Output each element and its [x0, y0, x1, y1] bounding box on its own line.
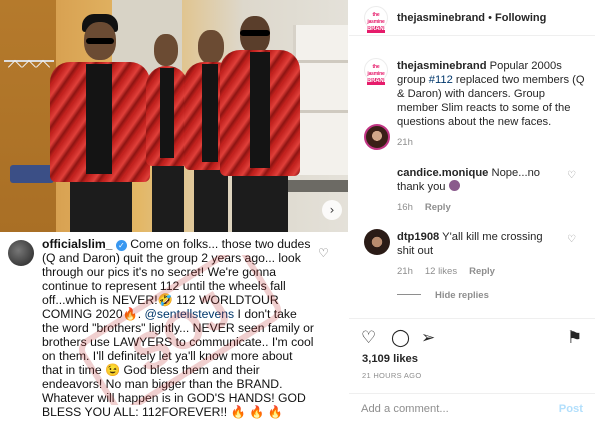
- comment-likes[interactable]: 12 likes: [425, 266, 457, 277]
- following-button[interactable]: Following: [495, 12, 546, 24]
- comment-username-link[interactable]: dtp1908: [397, 231, 439, 243]
- comment-username-link[interactable]: candice.monique: [397, 167, 488, 179]
- shelf-unit: [293, 25, 348, 175]
- add-comment-bar: Post: [349, 393, 595, 425]
- reply-button[interactable]: Reply: [469, 266, 495, 277]
- logo-text: jasmine: [367, 19, 385, 25]
- hashtag-link[interactable]: #112: [429, 74, 453, 86]
- comment-time[interactable]: 16h: [397, 202, 413, 213]
- like-heart-icon[interactable]: ♡: [361, 329, 376, 347]
- embedded-caption-username: officialslim_: [42, 237, 113, 251]
- comment-meta: 21h 12 likes Reply: [397, 266, 507, 277]
- header-line: thejasminebrand • Following: [397, 12, 546, 24]
- door-background: [0, 0, 56, 232]
- post-comment-button[interactable]: Post: [559, 403, 583, 415]
- add-comment-input[interactable]: [361, 403, 541, 415]
- hide-replies-label: Hide replies: [435, 290, 489, 301]
- heart-icon: ♡: [318, 246, 329, 260]
- shelf-board: [293, 60, 348, 63]
- avatar[interactable]: the jasmine BRAND: [364, 6, 388, 33]
- divider: [397, 294, 421, 295]
- next-photo-button[interactable]: ›: [322, 200, 342, 220]
- comment-meta: 16h Reply: [397, 202, 463, 213]
- post-media-panel: › officialslim_ ✓ Come on folks... those…: [0, 0, 348, 425]
- avatar[interactable]: [364, 229, 390, 255]
- embedded-caption-body-2: I don't take the word "brothers" lightly…: [42, 307, 314, 419]
- embedded-caption-text: officialslim_ ✓ Come on folks... those t…: [42, 237, 314, 419]
- post-header: the jasmine BRAND thejasminebrand • Foll…: [349, 0, 595, 36]
- comment-like-heart-icon[interactable]: ♡: [567, 234, 576, 245]
- caption-username-link[interactable]: thejasminebrand: [397, 60, 487, 72]
- comment-text: dtp1908 Y'all kill me crossing shit out: [397, 230, 562, 258]
- caption-meta: 21h: [397, 137, 425, 148]
- likes-count[interactable]: 3,109 likes: [362, 353, 418, 365]
- logo-text: the: [372, 64, 380, 70]
- logo-text: the: [372, 12, 380, 18]
- counter: [288, 180, 348, 192]
- comment-like-heart-icon[interactable]: ♡: [567, 170, 576, 181]
- shelf-board: [293, 110, 348, 113]
- logo-text: jasmine: [367, 71, 385, 77]
- post-photo[interactable]: ›: [0, 0, 348, 232]
- chevron-right-icon: ›: [329, 203, 335, 217]
- logo-text: BRAND: [367, 26, 388, 33]
- caption-time[interactable]: 21h: [397, 137, 413, 148]
- blue-bench: [10, 165, 54, 183]
- comment-time[interactable]: 21h: [397, 266, 413, 277]
- emoji-icon: [448, 180, 460, 191]
- avatar[interactable]: [364, 124, 390, 150]
- header-separator: •: [485, 12, 495, 24]
- post-sidebar: the jasmine BRAND thejasminebrand • Foll…: [349, 0, 595, 425]
- comment-text: candice.monique Nope...no thank you: [397, 166, 562, 194]
- save-bookmark-icon[interactable]: ⚑: [567, 329, 582, 347]
- comment-bubble-icon[interactable]: ◯: [391, 329, 410, 347]
- share-paper-plane-icon[interactable]: ➢: [421, 329, 435, 347]
- avatar[interactable]: the jasmine BRAND: [364, 58, 388, 85]
- embedded-caption-mention: @sentellstevens: [144, 307, 235, 321]
- avatar: [8, 240, 34, 266]
- reply-button[interactable]: Reply: [425, 202, 451, 213]
- caption-text: thejasminebrand Popular 2000s group #112…: [397, 59, 587, 129]
- header-username-link[interactable]: thejasminebrand: [397, 12, 485, 24]
- verified-badge-icon: ✓: [115, 240, 127, 251]
- hide-replies-button[interactable]: Hide replies: [397, 290, 489, 301]
- post-actions: ♡ ◯ ➢ ⚑ 3,109 likes 21 HOURS AGO Post: [349, 318, 595, 418]
- post-timestamp[interactable]: 21 HOURS AGO: [362, 371, 421, 380]
- logo-text: BRAND: [367, 78, 388, 85]
- embedded-caption-screenshot: officialslim_ ✓ Come on folks... those t…: [0, 232, 348, 425]
